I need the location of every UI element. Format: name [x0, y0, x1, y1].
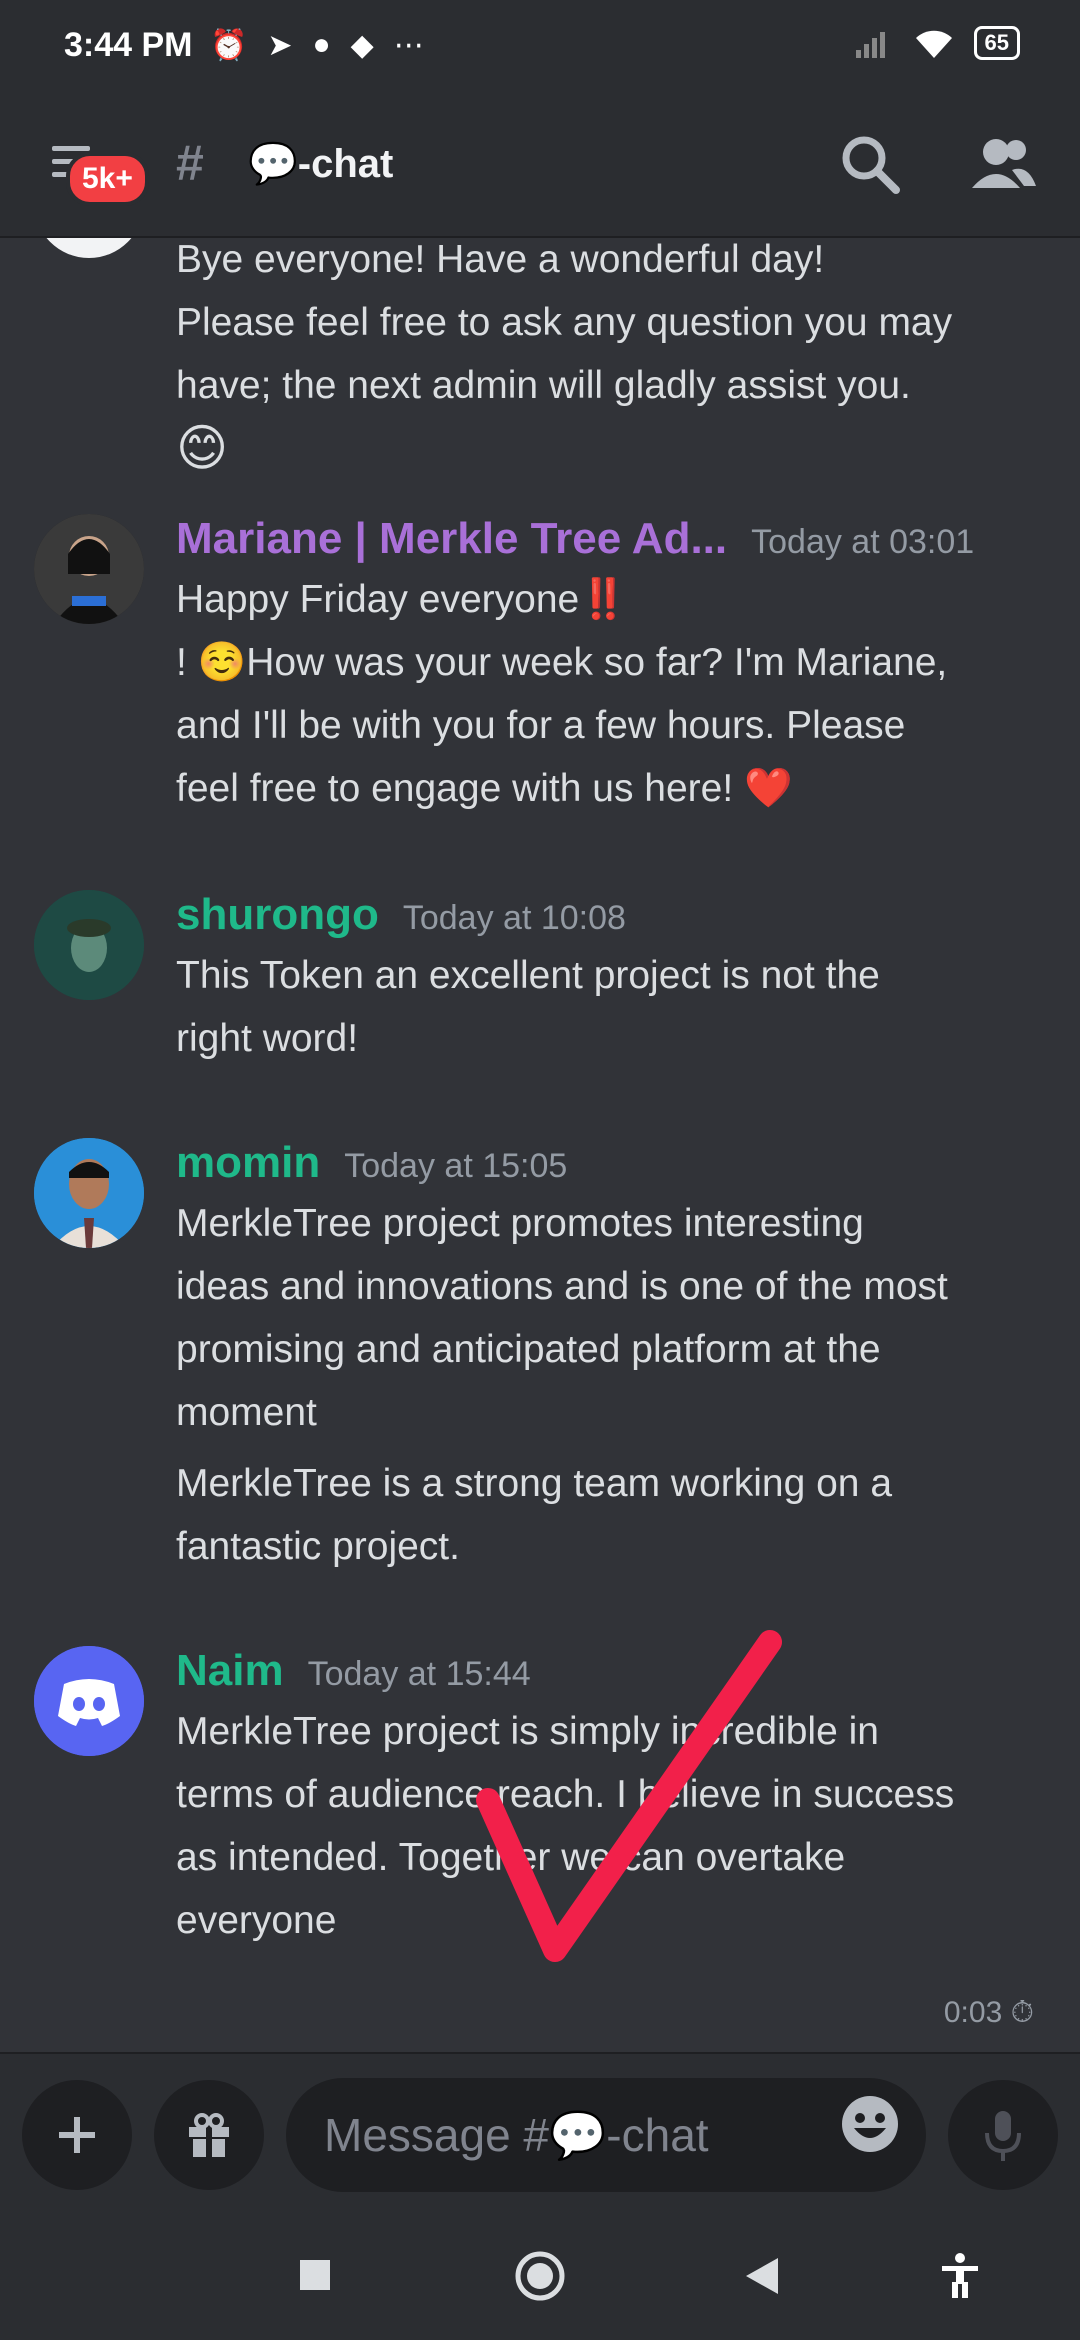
message-text: MerkleTree project is simply incredible … [176, 1710, 955, 1942]
home-icon[interactable] [514, 2250, 566, 2302]
message-text: Happy Friday everyone‼️ ! ☺️How was your… [176, 578, 948, 810]
locked-channel-icon: # [176, 135, 204, 191]
gift-icon [189, 2113, 229, 2157]
mic-icon [985, 2111, 1021, 2161]
status-time: 3:44 PM [64, 26, 193, 64]
message-timestamp: Today at 03:01 [751, 523, 975, 561]
notification-badge: 5k+ [66, 152, 149, 206]
channel-title[interactable]: 💬-chat [248, 140, 393, 187]
gift-button[interactable] [154, 2080, 264, 2190]
status-notification-icons: ⏰ ➤ ● ◆ ⋯ [210, 28, 424, 63]
username[interactable]: Mariane | Merkle Tree Ad... [176, 514, 727, 564]
message-text: MerkleTree is a strong team working on a… [176, 1462, 893, 1568]
attach-button[interactable] [22, 2080, 132, 2190]
user-avatar[interactable] [34, 238, 144, 258]
user-avatar[interactable] [34, 1646, 144, 1756]
plus-icon [59, 2117, 95, 2153]
slowmode-timer: 0:03 ⏱ [943, 1996, 1034, 2029]
alarm-icon: ⏰ [210, 29, 248, 62]
username[interactable]: shurongo [176, 890, 379, 940]
message-text: This Token an excellent project is not t… [176, 954, 880, 1060]
status-bar: 3:44 PM ⏰ ➤ ● ◆ ⋯ 65 [0, 0, 1080, 100]
members-icon[interactable] [966, 130, 1040, 200]
message-list[interactable]: Bye everyone! Have a wonderful day! Plea… [0, 238, 1080, 1983]
battery-indicator: 65 [973, 26, 1020, 60]
message-text: Bye everyone! Have a wonderful day! Plea… [176, 238, 1046, 480]
message-composer: Message #💬-chat [0, 2052, 1080, 2214]
message-timestamp: Today at 15:44 [307, 1655, 531, 1693]
message-timestamp: Today at 10:08 [402, 899, 626, 937]
message-input[interactable]: Message #💬-chat [286, 2078, 926, 2192]
voice-message-button[interactable] [948, 2080, 1058, 2190]
user-avatar[interactable] [34, 514, 144, 624]
discord-logo-icon [34, 1646, 144, 1756]
message-text: MerkleTree project promotes interesting … [176, 1202, 948, 1434]
accessibility-icon[interactable] [940, 2252, 980, 2300]
user-avatar[interactable] [34, 890, 144, 1000]
channel-header: 5k+ # 💬-chat [0, 100, 1080, 238]
back-icon[interactable] [744, 2256, 780, 2296]
message-timestamp: Today at 15:05 [344, 1147, 568, 1185]
username[interactable]: momin [176, 1138, 320, 1188]
emoji-icon[interactable] [838, 2092, 902, 2156]
stopwatch-icon: ⏱ [1010, 1996, 1034, 2029]
search-icon[interactable] [836, 130, 906, 200]
username[interactable]: Naim [176, 1646, 284, 1696]
discord-icon: ◆ [350, 29, 374, 62]
system-navigation-bar [0, 2212, 1080, 2340]
wifi-icon [915, 30, 952, 58]
signal-icon [855, 32, 885, 58]
user-avatar[interactable] [34, 1138, 144, 1248]
more-icon: ⋯ [393, 29, 424, 62]
reddit-icon: ● [312, 28, 331, 61]
recent-apps-icon[interactable] [298, 2258, 332, 2292]
telegram-icon: ➤ [267, 29, 293, 62]
smile-emoji: 😊 [176, 420, 229, 476]
